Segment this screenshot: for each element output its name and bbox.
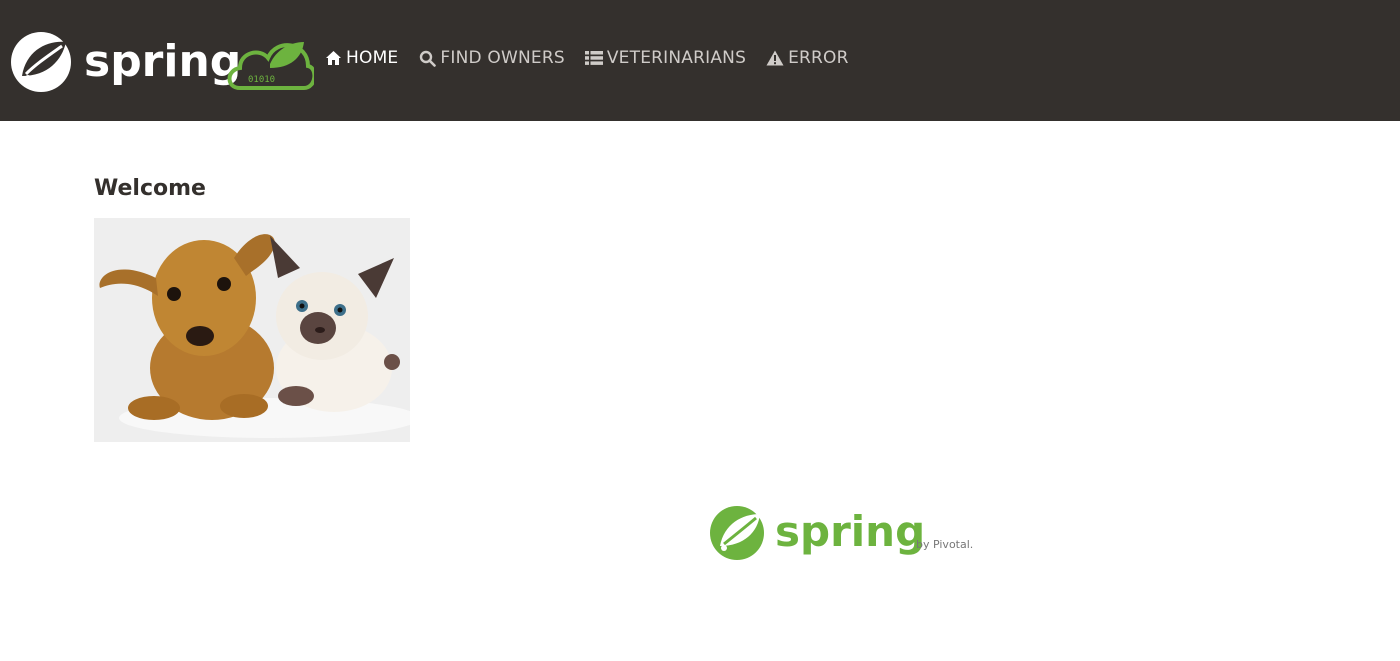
brand-badge-digits: 01010 (248, 75, 275, 85)
top-navbar: spring 01010 HOME FIND OWNERS VETERINARI… (0, 0, 1400, 121)
spring-by-pivotal-logo: spring by Pivotal. (708, 502, 974, 562)
search-icon (418, 49, 436, 67)
footer-tagline: by Pivotal. (916, 538, 973, 551)
nav-home-label: HOME (346, 48, 399, 68)
nav-error-label: ERROR (788, 48, 849, 68)
nav-find-owners-label: FIND OWNERS (440, 48, 565, 68)
main-nav: HOME FIND OWNERS VETERINARIANS ERROR (324, 44, 869, 72)
main-content: Welcome (94, 172, 419, 442)
brand-wordmark: spring (84, 36, 241, 87)
pets-image (94, 218, 419, 442)
nav-find-owners[interactable]: FIND OWNERS (418, 44, 565, 72)
page-title: Welcome (94, 176, 206, 201)
home-icon (324, 49, 342, 67)
nav-home[interactable]: HOME (324, 44, 398, 72)
list-icon (584, 49, 603, 67)
nav-veterinarians-label: VETERINARIANS (606, 48, 747, 68)
warning-icon (766, 49, 784, 67)
nav-error[interactable]: ERROR (766, 44, 849, 72)
footer-wordmark: spring (775, 507, 925, 556)
spring-petclinic-logo[interactable]: spring 01010 (8, 28, 314, 92)
nav-veterinarians[interactable]: VETERINARIANS (584, 44, 747, 72)
